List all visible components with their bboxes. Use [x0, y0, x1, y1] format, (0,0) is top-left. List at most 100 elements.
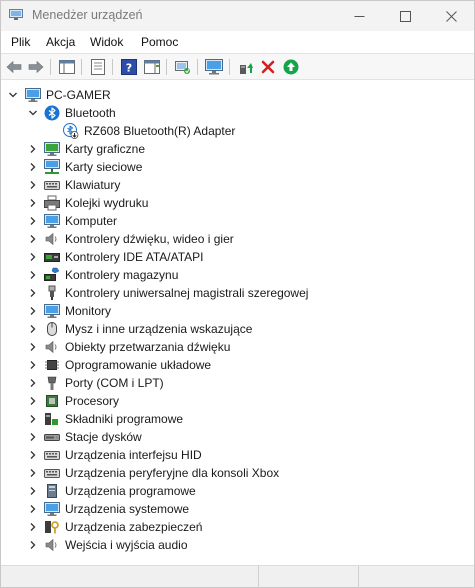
- chevron-right-icon[interactable]: [28, 360, 38, 370]
- show-hide-console-tree-icon: [59, 60, 75, 74]
- tree-category-label: Klawiatury: [65, 178, 121, 192]
- tree-category-row[interactable]: Urządzenia interfejsu HID: [1, 446, 474, 464]
- computer-view-button[interactable]: [205, 58, 223, 76]
- chevron-right-icon[interactable]: [28, 144, 38, 154]
- tree-category-label: Karty graficzne: [65, 142, 146, 156]
- chevron-right-icon[interactable]: [28, 342, 38, 352]
- tree-category-row[interactable]: Składniki programowe: [1, 410, 474, 428]
- tree-category-label: Karty sieciowe: [65, 160, 143, 174]
- tree-category-row[interactable]: Kontrolery IDE ATA/ATAPI: [1, 248, 474, 266]
- tree-category-label: Kontrolery magazynu: [65, 268, 179, 282]
- toolbar-separator: [166, 59, 167, 75]
- disk-drive-icon: [44, 429, 60, 445]
- tree-root-row[interactable]: PC-GAMER: [1, 86, 474, 104]
- tree-category-label: Oprogramowanie układowe: [65, 358, 212, 372]
- chevron-right-icon[interactable]: [28, 522, 38, 532]
- tree-category-label: Mysz i inne urządzenia wskazujące: [65, 322, 253, 336]
- computer-icon: [25, 87, 41, 103]
- chevron-right-icon[interactable]: [28, 504, 38, 514]
- minimize-button[interactable]: [336, 1, 382, 31]
- tree-category-row[interactable]: Kontrolery uniwersalnej magistrali szere…: [1, 284, 474, 302]
- tree-category-row[interactable]: Klawiatury: [1, 176, 474, 194]
- status-bar: [1, 565, 474, 588]
- tree-category-label: Urządzenia systemowe: [65, 502, 190, 516]
- tree-category-label: Stacje dysków: [65, 430, 142, 444]
- chevron-right-icon[interactable]: [28, 162, 38, 172]
- enable-device-button[interactable]: [282, 58, 300, 76]
- window-title: Menedżer urządzeń: [32, 8, 143, 22]
- tree-device-rz608[interactable]: RZ608 Bluetooth(R) Adapter: [1, 122, 474, 140]
- chevron-right-icon[interactable]: [28, 378, 38, 388]
- tree-category-label: Urządzenia peryferyjne dla konsoli Xbox: [65, 466, 280, 480]
- menu-widok[interactable]: Widok: [90, 35, 123, 49]
- tree-category-row[interactable]: Karty graficzne: [1, 140, 474, 158]
- status-segment: [358, 566, 474, 588]
- menu-akcja[interactable]: Akcja: [46, 35, 75, 49]
- tree-category-row[interactable]: Kontrolery magazynu: [1, 266, 474, 284]
- chevron-right-icon[interactable]: [28, 414, 38, 424]
- menu-plik[interactable]: Plik: [11, 35, 30, 49]
- chevron-down-icon[interactable]: [8, 90, 18, 100]
- forward-button[interactable]: [27, 58, 45, 76]
- tree-category-row[interactable]: Wejścia i wyjścia audio: [1, 536, 474, 554]
- chevron-right-icon[interactable]: [28, 486, 38, 496]
- properties-button[interactable]: [89, 58, 107, 76]
- chevron-right-icon[interactable]: [28, 180, 38, 190]
- tree-item-bluetooth[interactable]: Bluetooth: [1, 104, 474, 122]
- tree-category-row[interactable]: Kolejki wydruku: [1, 194, 474, 212]
- chevron-right-icon[interactable]: [28, 324, 38, 334]
- speaker-icon: [44, 231, 60, 247]
- chevron-right-icon[interactable]: [28, 396, 38, 406]
- update-driver-button[interactable]: [237, 58, 255, 76]
- scan-hardware-changes-button[interactable]: [174, 58, 192, 76]
- help-button[interactable]: ?: [120, 58, 138, 76]
- keyboard-icon: [44, 177, 60, 193]
- tree-category-row[interactable]: Procesory: [1, 392, 474, 410]
- bluetooth-icon: [44, 105, 60, 121]
- tree-category-row[interactable]: Urządzenia zabezpieczeń: [1, 518, 474, 536]
- toolbar: ?: [1, 53, 474, 80]
- action-pane-button[interactable]: [143, 58, 161, 76]
- help-icon: ?: [121, 59, 137, 75]
- tree-category-row[interactable]: Komputer: [1, 212, 474, 230]
- ide-controller-icon: [44, 249, 60, 265]
- chevron-right-icon[interactable]: [28, 540, 38, 550]
- tree-category-row[interactable]: Oprogramowanie układowe: [1, 356, 474, 374]
- tree-category-label: Procesory: [65, 394, 120, 408]
- chevron-right-icon[interactable]: [28, 468, 38, 478]
- chevron-right-icon[interactable]: [28, 450, 38, 460]
- close-button[interactable]: [428, 1, 474, 31]
- device-tree: PC-GAMER Bluetooth RZ608 Bluetooth(R) Ad…: [1, 81, 474, 563]
- title-bar: Menedżer urządzeń: [1, 1, 474, 31]
- bluetooth-adapter-icon: [63, 123, 79, 139]
- chevron-down-icon[interactable]: [28, 108, 38, 118]
- back-button[interactable]: [5, 58, 23, 76]
- tree-category-row[interactable]: Porty (COM i LPT): [1, 374, 474, 392]
- tree-category-row[interactable]: Obiekty przetwarzania dźwięku: [1, 338, 474, 356]
- tree-category-row[interactable]: Urządzenia programowe: [1, 482, 474, 500]
- status-segment: [258, 566, 358, 588]
- uninstall-device-button[interactable]: [259, 58, 277, 76]
- menu-pomoc[interactable]: Pomoc: [141, 35, 178, 49]
- tree-category-row[interactable]: Monitory: [1, 302, 474, 320]
- chevron-right-icon[interactable]: [28, 270, 38, 280]
- tree-category-row[interactable]: Karty sieciowe: [1, 158, 474, 176]
- chevron-right-icon[interactable]: [28, 216, 38, 226]
- tree-category-row[interactable]: Mysz i inne urządzenia wskazujące: [1, 320, 474, 338]
- show-hide-console-tree-button[interactable]: [58, 58, 76, 76]
- scan-hardware-changes-icon: [175, 61, 190, 74]
- tree-category-label: Monitory: [65, 304, 112, 318]
- chevron-right-icon[interactable]: [28, 306, 38, 316]
- chevron-right-icon[interactable]: [28, 252, 38, 262]
- tree-category-row[interactable]: Urządzenia systemowe: [1, 500, 474, 518]
- tree-category-row[interactable]: Kontrolery dźwięku, wideo i gier: [1, 230, 474, 248]
- maximize-button[interactable]: [382, 1, 428, 31]
- tree-category-row[interactable]: Urządzenia peryferyjne dla konsoli Xbox: [1, 464, 474, 482]
- chevron-right-icon[interactable]: [28, 432, 38, 442]
- tree-category-label: Składniki programowe: [65, 412, 184, 426]
- chevron-right-icon[interactable]: [28, 198, 38, 208]
- chevron-right-icon[interactable]: [28, 234, 38, 244]
- svg-text:?: ?: [126, 62, 132, 75]
- tree-category-row[interactable]: Stacje dysków: [1, 428, 474, 446]
- chevron-right-icon[interactable]: [28, 288, 38, 298]
